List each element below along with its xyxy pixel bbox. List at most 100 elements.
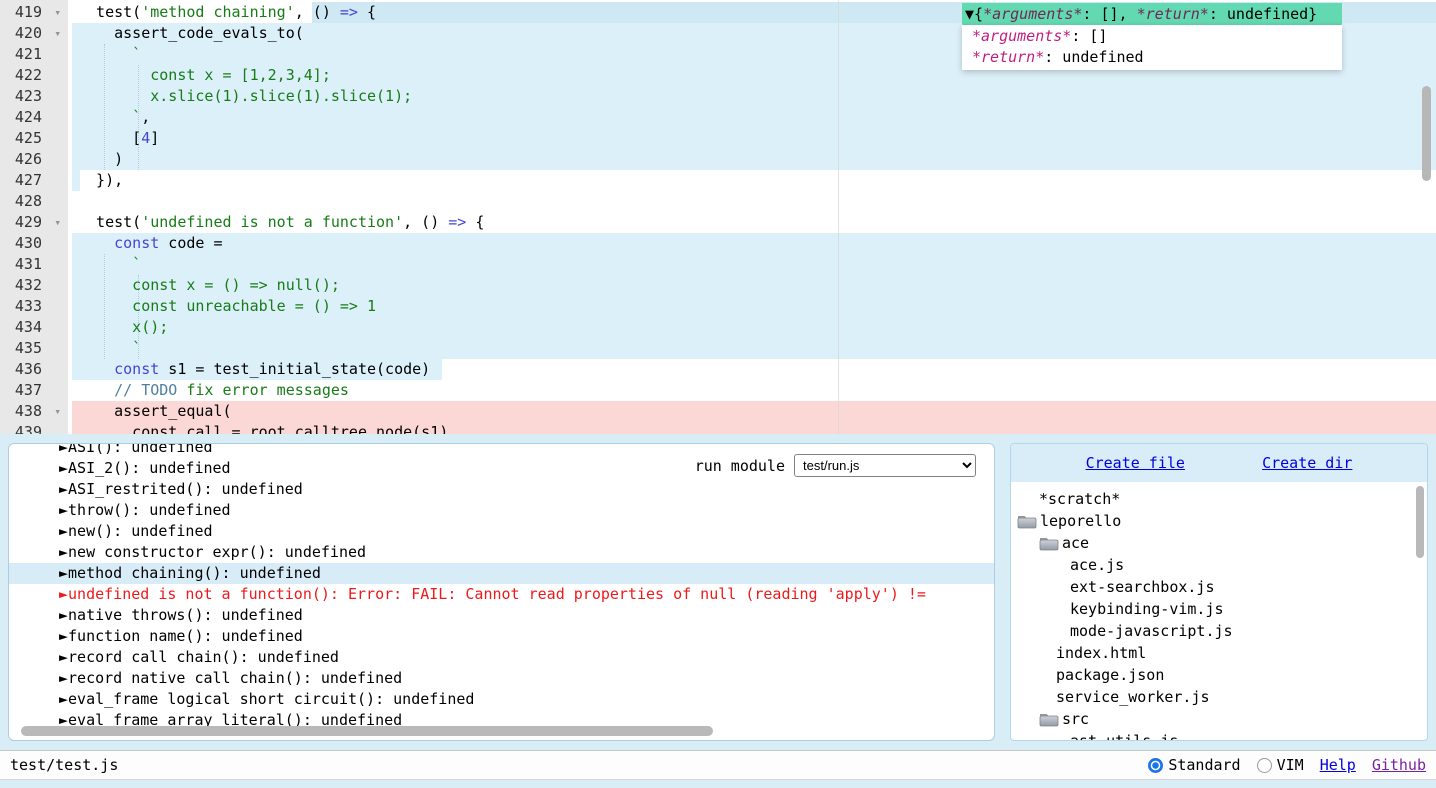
gutter-line: 420▾ xyxy=(0,23,68,44)
code-line[interactable]: const call = root_calltree_node(s1) xyxy=(0,422,1436,434)
leporello-app: test('method chaining', () => { assert_c… xyxy=(0,0,1436,788)
file-tree-header: Create file Create dir xyxy=(1011,444,1427,482)
test-result-entry[interactable]: ►record call chain(): undefined xyxy=(9,647,994,668)
file-tree-panel: Create file Create dir *scratch*leporell… xyxy=(1010,443,1428,741)
test-result-entry[interactable]: ►native throws(): undefined xyxy=(9,605,994,626)
test-result-entry[interactable]: ►throw(): undefined xyxy=(9,500,994,521)
tree-item-label: index.html xyxy=(1056,642,1146,664)
tooltip-key: *return* xyxy=(972,48,1044,66)
code-token: 'undefined is not a function' xyxy=(141,213,403,231)
console-horizontal-scrollbar[interactable] xyxy=(19,726,984,737)
code-line[interactable]: x(); xyxy=(0,317,1436,338)
line-number: 437 xyxy=(15,380,42,401)
test-result-entry[interactable]: ►record native call chain(): undefined xyxy=(9,668,994,689)
line-number: 422 xyxy=(15,65,42,86)
tree-folder-item[interactable]: src xyxy=(1011,708,1427,730)
line-number: 436 xyxy=(15,359,42,380)
code-line[interactable]: x.slice(1).slice(1).slice(1); xyxy=(0,86,1436,107)
code-token: x.slice(1).slice(1).slice(1); xyxy=(78,87,412,105)
code-line[interactable]: }), xyxy=(0,170,1436,191)
file-tree-scrollbar-thumb[interactable] xyxy=(1416,486,1424,558)
tooltip-row[interactable]: *return*: undefined xyxy=(972,47,1342,68)
code-line[interactable]: test('undefined is not a function', () =… xyxy=(0,212,1436,233)
code-token: assert_equal( xyxy=(78,402,232,420)
test-result-entry[interactable]: ►new(): undefined xyxy=(9,521,994,542)
tree-file-item[interactable]: ast_utils.js xyxy=(1011,730,1427,741)
radio-vim-icon[interactable] xyxy=(1257,758,1272,773)
tree-file-item[interactable]: service_worker.js xyxy=(1011,686,1427,708)
code-token: , xyxy=(141,108,150,126)
code-line[interactable]: assert_equal( xyxy=(0,401,1436,422)
test-result-entry[interactable]: ►eval_frame logical short circuit(): und… xyxy=(9,689,994,710)
code-line[interactable] xyxy=(0,191,1436,212)
gutter-line: 437 xyxy=(0,380,68,401)
tooltip-header-token: *return* xyxy=(1137,5,1209,23)
code-line[interactable]: // TODO fix error messages xyxy=(0,380,1436,401)
code-line[interactable]: ` xyxy=(0,254,1436,275)
tooltip-header[interactable]: ▼{*arguments*: [], *return*: undefined} xyxy=(962,3,1342,25)
fold-marker-icon[interactable]: ▾ xyxy=(54,2,61,23)
tree-file-item[interactable]: index.html xyxy=(1011,642,1427,664)
line-number: 426 xyxy=(15,149,42,170)
tooltip-value: : undefined xyxy=(1044,48,1143,66)
tree-file-item[interactable]: keybinding-vim.js xyxy=(1011,598,1427,620)
tooltip-row[interactable]: *arguments*: [] xyxy=(972,26,1342,47)
console-scrollbar-thumb[interactable] xyxy=(21,726,713,736)
tooltip-key: *arguments* xyxy=(972,27,1071,45)
run-module-select[interactable]: test/run.js xyxy=(794,454,976,477)
code-line[interactable]: ) xyxy=(0,149,1436,170)
create-file-link[interactable]: Create file xyxy=(1086,444,1185,482)
tree-item-label: ast_utils.js xyxy=(1070,730,1178,741)
mode-standard-label: Standard xyxy=(1168,756,1240,774)
code-token: x(); xyxy=(78,318,168,336)
code-line[interactable]: const unreachable = () => 1 xyxy=(0,296,1436,317)
fold-marker-icon[interactable]: ▾ xyxy=(54,23,61,44)
fold-marker-icon[interactable]: ▾ xyxy=(54,401,61,422)
test-result-entry[interactable]: ►undefined is not a function(): Error: F… xyxy=(9,584,994,605)
code-editor[interactable]: test('method chaining', () => { assert_c… xyxy=(0,0,1436,434)
gutter-line: 433 xyxy=(0,296,68,317)
tree-file-item[interactable]: package.json xyxy=(1011,664,1427,686)
editor-scrollbar[interactable] xyxy=(1422,0,1432,434)
tooltip-header-token: *arguments* xyxy=(983,5,1082,23)
folder-icon xyxy=(1039,536,1059,551)
test-results-list: ►ASI(): undefined►ASI_2(): undefined►ASI… xyxy=(9,453,994,731)
file-tree-list: *scratch*leporelloaceace.jsext-searchbox… xyxy=(1011,488,1427,741)
code-line[interactable]: const s1 = test_initial_state(code) xyxy=(0,359,1436,380)
gutter-line: 436 xyxy=(0,359,68,380)
tree-file-item[interactable]: ace.js xyxy=(1011,554,1427,576)
gutter-line: 438▾ xyxy=(0,401,68,422)
tree-folder-item[interactable]: ace xyxy=(1011,532,1427,554)
line-number: 427 xyxy=(15,170,42,191)
tree-file-item[interactable]: *scratch* xyxy=(1011,488,1427,510)
fold-marker-icon[interactable]: ▾ xyxy=(54,212,61,233)
mode-standard-option[interactable]: Standard xyxy=(1148,756,1240,774)
test-result-entry[interactable]: ►new constructor expr(): undefined xyxy=(9,542,994,563)
code-token: const x = () => null(); xyxy=(78,276,340,294)
help-link[interactable]: Help xyxy=(1320,756,1356,774)
tree-folder-item[interactable]: leporello xyxy=(1011,510,1427,532)
editor-scrollbar-thumb[interactable] xyxy=(1422,86,1431,181)
file-tree-scrollbar[interactable] xyxy=(1416,486,1424,736)
gutter-line: 425 xyxy=(0,128,68,149)
tooltip-body: *arguments*: []*return*: undefined xyxy=(962,25,1342,70)
radio-standard-icon[interactable] xyxy=(1148,758,1163,773)
mode-vim-option[interactable]: VIM xyxy=(1257,756,1304,774)
tree-file-item[interactable]: ext-searchbox.js xyxy=(1011,576,1427,598)
code-line[interactable]: ` xyxy=(0,338,1436,359)
tree-file-item[interactable]: mode-javascript.js xyxy=(1011,620,1427,642)
line-number: 423 xyxy=(15,86,42,107)
line-number: 421 xyxy=(15,44,42,65)
code-line[interactable]: const x = () => null(); xyxy=(0,275,1436,296)
test-result-entry[interactable]: ►method chaining(): undefined xyxy=(9,563,994,584)
code-line[interactable]: [4] xyxy=(0,128,1436,149)
code-line[interactable]: `, xyxy=(0,107,1436,128)
code-token: ` xyxy=(78,255,141,273)
code-line[interactable]: const code = xyxy=(0,233,1436,254)
github-link[interactable]: Github xyxy=(1372,756,1426,774)
test-result-entry[interactable]: ►ASI_restrited(): undefined xyxy=(9,479,994,500)
line-number: 419 xyxy=(15,2,42,23)
value-inspector-tooltip: ▼{*arguments*: [], *return*: undefined} … xyxy=(962,3,1342,70)
create-dir-link[interactable]: Create dir xyxy=(1262,444,1352,482)
test-result-entry[interactable]: ►function name(): undefined xyxy=(9,626,994,647)
